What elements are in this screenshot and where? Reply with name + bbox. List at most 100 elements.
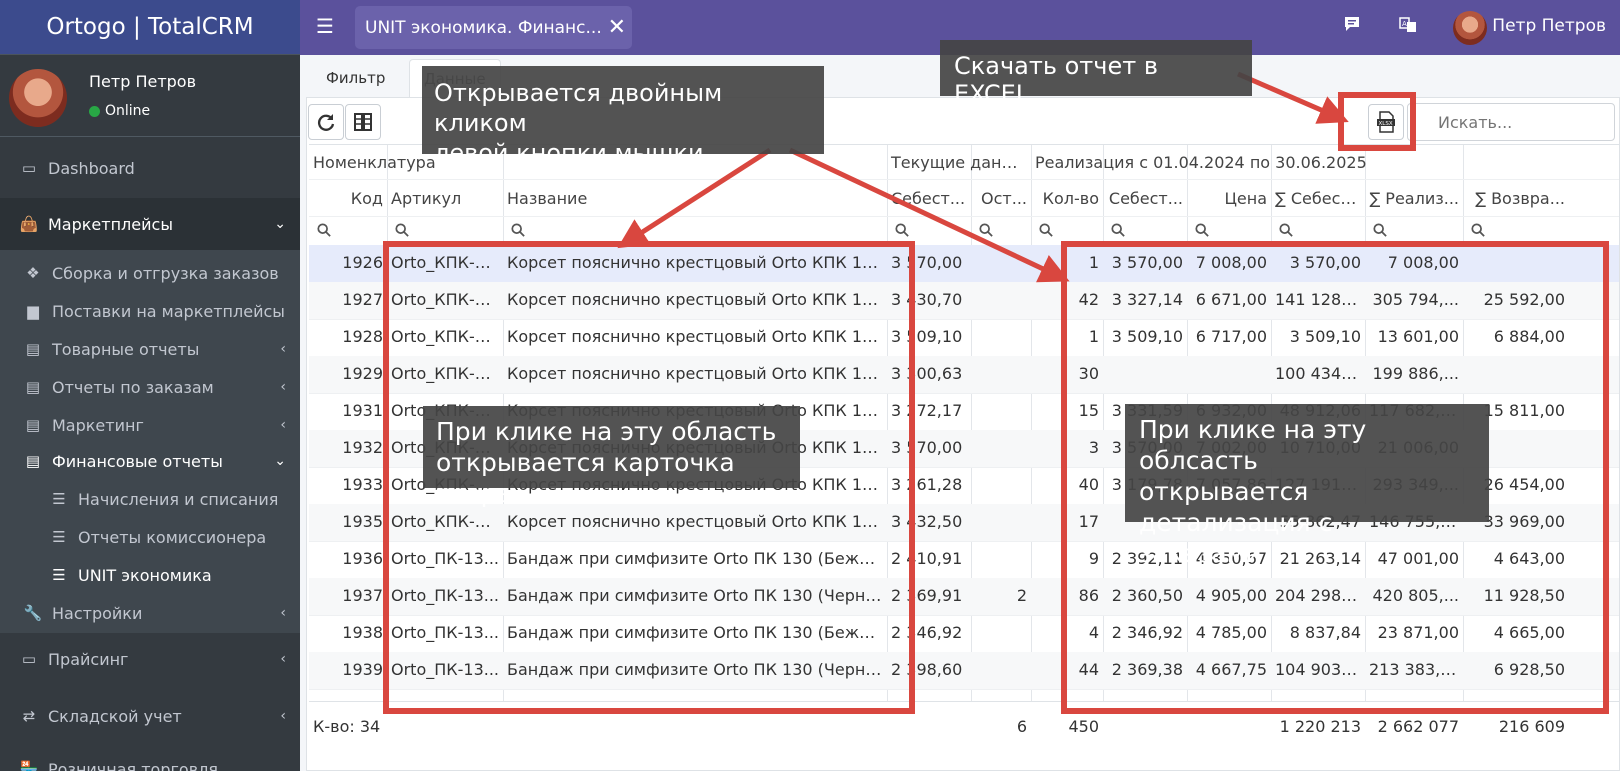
sidebar-item-7[interactable]: ▤ Финансовые отчеты ⌄	[0, 442, 300, 480]
table-cell[interactable]: 6 928,50	[1463, 652, 1569, 688]
table-cell[interactable]: 13 601,00	[1365, 319, 1463, 355]
table-cell[interactable]: 1933	[309, 467, 387, 503]
table-cell[interactable]: 3 509,10	[1271, 319, 1365, 355]
table-cell[interactable]: 17	[1031, 504, 1103, 540]
table-cell[interactable]: 40	[1031, 467, 1103, 503]
sidebar-item-2[interactable]: ❖ Сборка и отгрузка заказов	[0, 254, 300, 292]
table-cell[interactable]: Orto_ПК-13...	[387, 541, 503, 577]
table-cell[interactable]: Orto_ПК-13...	[387, 578, 503, 614]
table-cell[interactable]: 1	[1031, 245, 1103, 281]
table-cell[interactable]: Корсет пояснично крестцовый Orto КПК 110…	[503, 504, 887, 540]
columns-button[interactable]	[345, 104, 381, 140]
table-cell[interactable]	[971, 652, 1031, 688]
table-cell[interactable]: 7 008,00	[1365, 245, 1463, 281]
table-cell[interactable]: 3 509,10	[887, 319, 971, 355]
search-input[interactable]	[1407, 103, 1615, 141]
filter-search-icon[interactable]	[1279, 223, 1293, 241]
table-cell[interactable]: Корсет пояснично крестцовый Orto КПК 110…	[503, 356, 887, 392]
table-cell[interactable]: 204 298,...	[1271, 578, 1365, 614]
table-cell[interactable]: 1928	[309, 319, 387, 355]
sidebar-item-0[interactable]: ▭ Dashboard	[0, 149, 300, 187]
table-cell[interactable]	[971, 541, 1031, 577]
table-cell[interactable]: Orto_ПК-13...	[387, 652, 503, 688]
sidebar-item-4[interactable]: ▤ Товарные отчеты ‹	[0, 330, 300, 368]
table-cell[interactable]: 3	[1031, 430, 1103, 466]
table-cell[interactable]	[971, 319, 1031, 355]
sidebar-item-1[interactable]: 👜 Маркетплейсы ⌄	[0, 198, 300, 250]
table-cell[interactable]: 9	[1031, 541, 1103, 577]
table-cell[interactable]: 3 261,28	[887, 467, 971, 503]
table-cell[interactable]: 420 805,...	[1365, 578, 1463, 614]
table-cell[interactable]: 4 665,00	[1463, 615, 1569, 651]
sidebar-item-9[interactable]: ☰ Отчеты комиссионера	[0, 518, 300, 556]
table-cell[interactable]: 104 903,70	[1271, 652, 1365, 688]
table-cell[interactable]: 1932	[309, 430, 387, 466]
open-tab[interactable]: UNIT экономика. Финанс... ✕	[355, 6, 632, 49]
table-cell[interactable]: 11 928,50	[1463, 578, 1569, 614]
table-cell[interactable]	[971, 467, 1031, 503]
table-cell[interactable]: 3 300,63	[887, 356, 971, 392]
table-cell[interactable]: 15	[1031, 393, 1103, 429]
sidebar-item-13[interactable]: ⇄ Складской учет ‹	[0, 697, 300, 735]
refresh-button[interactable]	[308, 104, 344, 140]
table-cell[interactable]: 3 570,00	[887, 430, 971, 466]
table-cell[interactable]: Бандаж при симфизите Orto ПК 130 (Бежевы…	[503, 615, 887, 651]
table-cell[interactable]: Orto_ПК-13...	[387, 615, 503, 651]
table-cell[interactable]	[1187, 356, 1271, 392]
filter-search-icon[interactable]	[1373, 223, 1387, 241]
table-cell[interactable]: Бандаж при симфизите Orto ПК 130 (Бежевы…	[503, 541, 887, 577]
table-cell[interactable]: 100 434,10	[1271, 356, 1365, 392]
table-cell[interactable]: 4 643,00	[1463, 541, 1569, 577]
table-cell[interactable]: Orto_КПК-1...	[387, 356, 503, 392]
sidebar-item-11[interactable]: 🔧 Настройки ‹	[0, 594, 300, 632]
table-cell[interactable]: 3 570,00	[887, 245, 971, 281]
table-cell[interactable]: Orto_КПК-1...	[387, 319, 503, 355]
filter-search-icon[interactable]	[1039, 223, 1053, 241]
filter-search-icon[interactable]	[1471, 223, 1485, 241]
sidebar-item-12[interactable]: ▭ Прайсинг ‹	[0, 640, 300, 678]
table-cell[interactable]: 3 509,10	[1103, 319, 1187, 355]
table-cell[interactable]: 2 410,91	[887, 541, 971, 577]
table-cell[interactable]	[971, 393, 1031, 429]
filter-search-icon[interactable]	[1195, 223, 1209, 241]
table-cell[interactable]: Orto_КПК-1...	[387, 245, 503, 281]
table-cell[interactable]: 3 432,50	[887, 504, 971, 540]
table-cell[interactable]: 4	[1031, 615, 1103, 651]
table-cell[interactable]: 7 008,00	[1187, 245, 1271, 281]
table-cell[interactable]	[971, 282, 1031, 318]
sidebar-item-14[interactable]: 🏪 Розничная торговля	[0, 750, 300, 771]
table-cell[interactable]: 4 905,00	[1187, 578, 1271, 614]
sidebar-item-3[interactable]: ▆ Поставки на маркетплейсы	[0, 292, 300, 330]
table-cell[interactable]: Orto_КПК-1...	[387, 282, 503, 318]
table-cell[interactable]: 2 398,60	[887, 652, 971, 688]
sidebar-item-10[interactable]: ☰ UNIT экономика	[0, 556, 300, 594]
table-cell[interactable]: 1936	[309, 541, 387, 577]
table-cell[interactable]: 2 369,91	[887, 578, 971, 614]
table-cell[interactable]: 2 360,50	[1103, 578, 1187, 614]
table-cell[interactable]: 3 327,14	[1103, 282, 1187, 318]
sidebar-item-6[interactable]: ▤ Маркетинг ‹	[0, 406, 300, 444]
table-cell[interactable]: 44	[1031, 652, 1103, 688]
top-user-name[interactable]: Петр Петров	[1492, 16, 1606, 36]
table-cell[interactable]: 3 430,70	[887, 282, 971, 318]
filter-search-icon[interactable]	[1111, 223, 1125, 241]
table-cell[interactable]: 8 837,84	[1271, 615, 1365, 651]
filter-search-icon[interactable]	[895, 223, 909, 241]
chat-icon[interactable]	[1343, 16, 1361, 36]
table-cell[interactable]: 23 871,00	[1365, 615, 1463, 651]
table-cell[interactable]	[971, 504, 1031, 540]
table-cell[interactable]: 25 592,00	[1463, 282, 1569, 318]
top-avatar[interactable]	[1453, 11, 1487, 45]
filter-search-icon[interactable]	[395, 223, 409, 241]
table-cell[interactable]: 3 570,00	[1271, 245, 1365, 281]
table-cell[interactable]: 213 383,50	[1365, 652, 1463, 688]
table-cell[interactable]: 6 717,00	[1187, 319, 1271, 355]
table-cell[interactable]: Бандаж при симфизите Orto ПК 130 (Черный…	[503, 652, 887, 688]
table-cell[interactable]: 2	[971, 578, 1031, 614]
table-cell[interactable]: Корсет пояснично крестцовый Orto КПК 110…	[503, 282, 887, 318]
table-cell[interactable]: 42	[1031, 282, 1103, 318]
table-cell[interactable]: 1935	[309, 504, 387, 540]
table-cell[interactable]: 3 272,17	[887, 393, 971, 429]
table-cell[interactable]: 6 671,00	[1187, 282, 1271, 318]
table-cell[interactable]	[971, 430, 1031, 466]
